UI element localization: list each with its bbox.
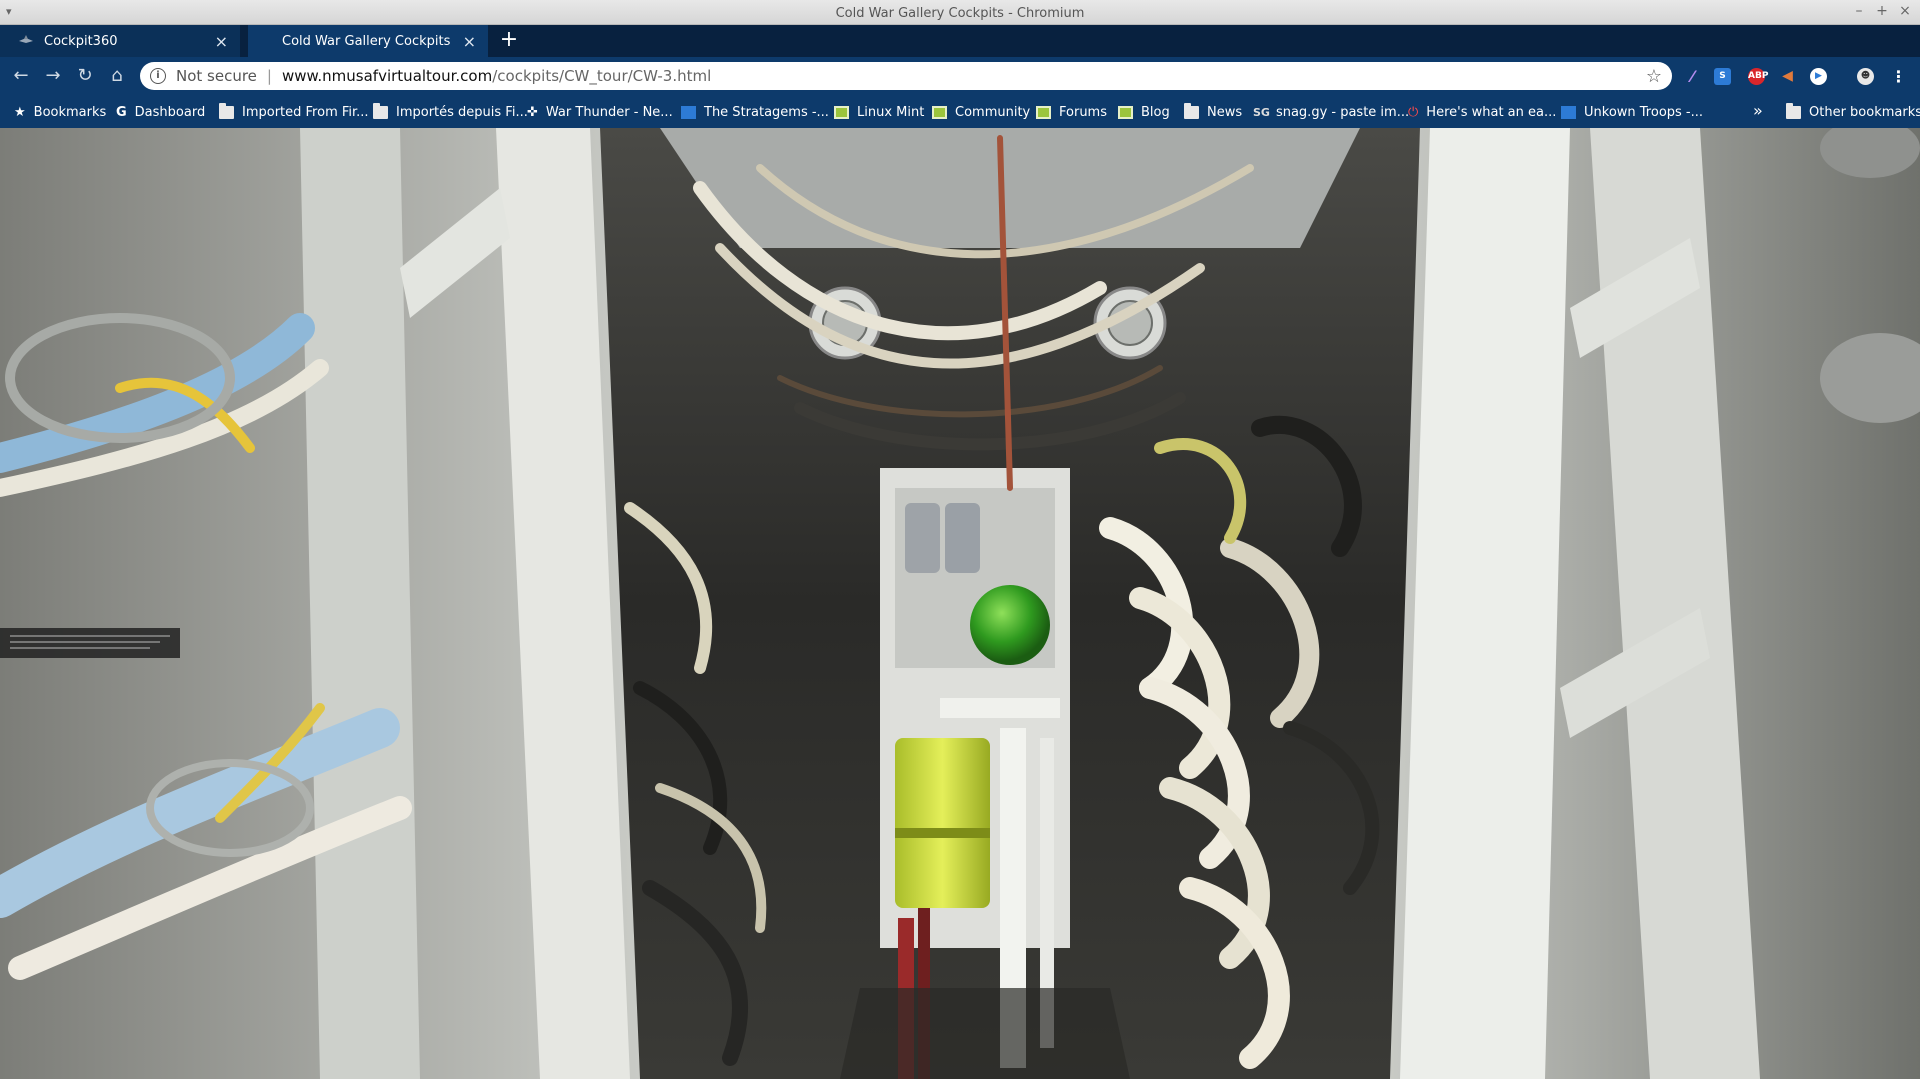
tab-close-icon[interactable]: ×: [463, 32, 476, 51]
star-icon: ★: [14, 104, 26, 120]
security-label[interactable]: Not secure: [176, 67, 257, 85]
bookmark-label: Blog: [1141, 104, 1170, 120]
linux-mint-icon: [1118, 105, 1133, 119]
info-icon[interactable]: i: [150, 68, 166, 84]
feather-extension-icon[interactable]: ⁄: [1684, 68, 1701, 85]
bookmark-other[interactable]: Other bookmarks: [1786, 102, 1920, 121]
linux-mint-icon: [1036, 105, 1051, 119]
bookmark-label: Here's what an ea...: [1426, 104, 1557, 120]
bookmark-label: Forums: [1059, 104, 1107, 120]
url-host[interactable]: www.nmusafvirtualtour.com: [282, 67, 492, 85]
bookmark-label: Bookmarks: [33, 104, 107, 120]
snaggy-icon: SG: [1253, 105, 1270, 119]
home-icon[interactable]: ⌂: [106, 65, 128, 87]
tab-label: Cockpit360: [44, 33, 118, 49]
folder-icon: [373, 102, 388, 119]
bookmark-label: Linux Mint: [857, 104, 925, 120]
reload-icon[interactable]: ↻: [74, 65, 96, 87]
bookmark-news[interactable]: News: [1184, 102, 1243, 121]
bookmark-star-icon[interactable]: ☆: [1646, 66, 1662, 87]
power-icon: ⏻: [1408, 104, 1419, 120]
window-titlebar: ▾ Cold War Gallery Cockpits - Chromium –…: [0, 0, 1920, 25]
bookmark-imported-from-firefox[interactable]: Imported From Fir...: [219, 102, 369, 121]
bookmark-label: Dashboard: [134, 104, 206, 120]
bookmark-community[interactable]: Community: [932, 103, 1030, 121]
bookmark-label: Community: [955, 104, 1031, 120]
tab-label: Cold War Gallery Cockpits: [282, 33, 451, 49]
cockpit360-favicon-icon: [19, 35, 33, 43]
trello-icon: [681, 105, 696, 119]
bookmark-label: Other bookmarks: [1809, 104, 1920, 120]
bookmark-label: Imported From Fir...: [242, 104, 369, 120]
adblock-plus-icon[interactable]: ABP: [1748, 68, 1768, 85]
bookmark-dashboard[interactable]: G Dashboard: [116, 103, 205, 121]
bookmark-snaggy[interactable]: SG snag.gy - paste im...: [1253, 103, 1409, 121]
address-bar[interactable]: i Not secure | www.nmusafvirtualtour.com…: [140, 62, 1672, 90]
url-path[interactable]: /cockpits/CW_tour/CW-3.html: [492, 67, 711, 85]
war-thunder-icon: ✜: [527, 104, 538, 120]
bookmarks-overflow-chevron-icon[interactable]: »: [1753, 101, 1763, 120]
google-icon: G: [116, 104, 127, 120]
bookmark-importes-depuis[interactable]: Importés depuis Fi...: [373, 102, 528, 121]
bookmark-stratagems[interactable]: The Stratagems -...: [681, 103, 829, 121]
tab-strip: Cockpit360 × Cold War Gallery Cockpits ×…: [0, 25, 1920, 57]
play-extension-icon[interactable]: ▶: [1810, 68, 1827, 85]
bookmark-bookmarks[interactable]: ★ Bookmarks: [14, 103, 106, 121]
cockpit-interior-panorama[interactable]: [0, 128, 1920, 1079]
skype-extension-icon[interactable]: S: [1714, 68, 1731, 85]
window-title: Cold War Gallery Cockpits - Chromium: [835, 6, 1085, 21]
bookmark-label: snag.gy - paste im...: [1275, 104, 1410, 120]
bookmarks-bar: ★ Bookmarks G Dashboard Imported From Fi…: [0, 95, 1920, 128]
linux-mint-icon: [932, 105, 947, 119]
bookmark-label: News: [1207, 104, 1243, 120]
folder-icon: [219, 102, 234, 119]
forward-icon[interactable]: →: [42, 65, 64, 87]
close-window-icon[interactable]: ×: [1896, 3, 1914, 19]
bookmark-heres-what[interactable]: ⏻ Here's what an ea...: [1408, 103, 1556, 121]
bookmark-forums[interactable]: Forums: [1036, 103, 1107, 121]
bookmark-war-thunder[interactable]: ✜ War Thunder - Ne...: [527, 103, 673, 121]
maximize-icon[interactable]: +: [1873, 3, 1891, 19]
folder-icon: [1184, 102, 1199, 119]
bookmark-blog[interactable]: Blog: [1118, 103, 1170, 121]
bookmark-label: Unkown Troops -...: [1584, 104, 1704, 120]
browser-toolbar: ← → ↻ ⌂ i Not secure | www.nmusafvirtual…: [0, 57, 1920, 95]
tab-cockpit360[interactable]: Cockpit360 ×: [0, 25, 240, 57]
back-icon[interactable]: ←: [10, 65, 32, 87]
profile-avatar-icon[interactable]: ☻: [1857, 68, 1874, 85]
trello-icon: [1561, 105, 1576, 119]
bookmark-label: The Stratagems -...: [704, 104, 829, 120]
bookmark-linux-mint[interactable]: Linux Mint: [834, 103, 924, 121]
omnibox-separator: |: [266, 67, 272, 85]
bookmark-label: War Thunder - Ne...: [545, 104, 673, 120]
bookmark-unkown-troops[interactable]: Unkown Troops -...: [1561, 103, 1703, 121]
panorama-viewer[interactable]: [0, 128, 1920, 1079]
linux-mint-icon: [834, 105, 849, 119]
tab-cold-war-gallery[interactable]: Cold War Gallery Cockpits ×: [248, 25, 488, 57]
minimize-icon[interactable]: –: [1850, 3, 1868, 19]
menu-kebab-icon[interactable]: ⋮: [1890, 68, 1907, 85]
new-tab-button[interactable]: +: [496, 29, 522, 53]
speaker-extension-icon[interactable]: ◀: [1779, 68, 1796, 85]
tab-close-icon[interactable]: ×: [215, 32, 228, 51]
bookmark-label: Importés depuis Fi...: [396, 104, 528, 120]
folder-icon: [1786, 102, 1801, 119]
